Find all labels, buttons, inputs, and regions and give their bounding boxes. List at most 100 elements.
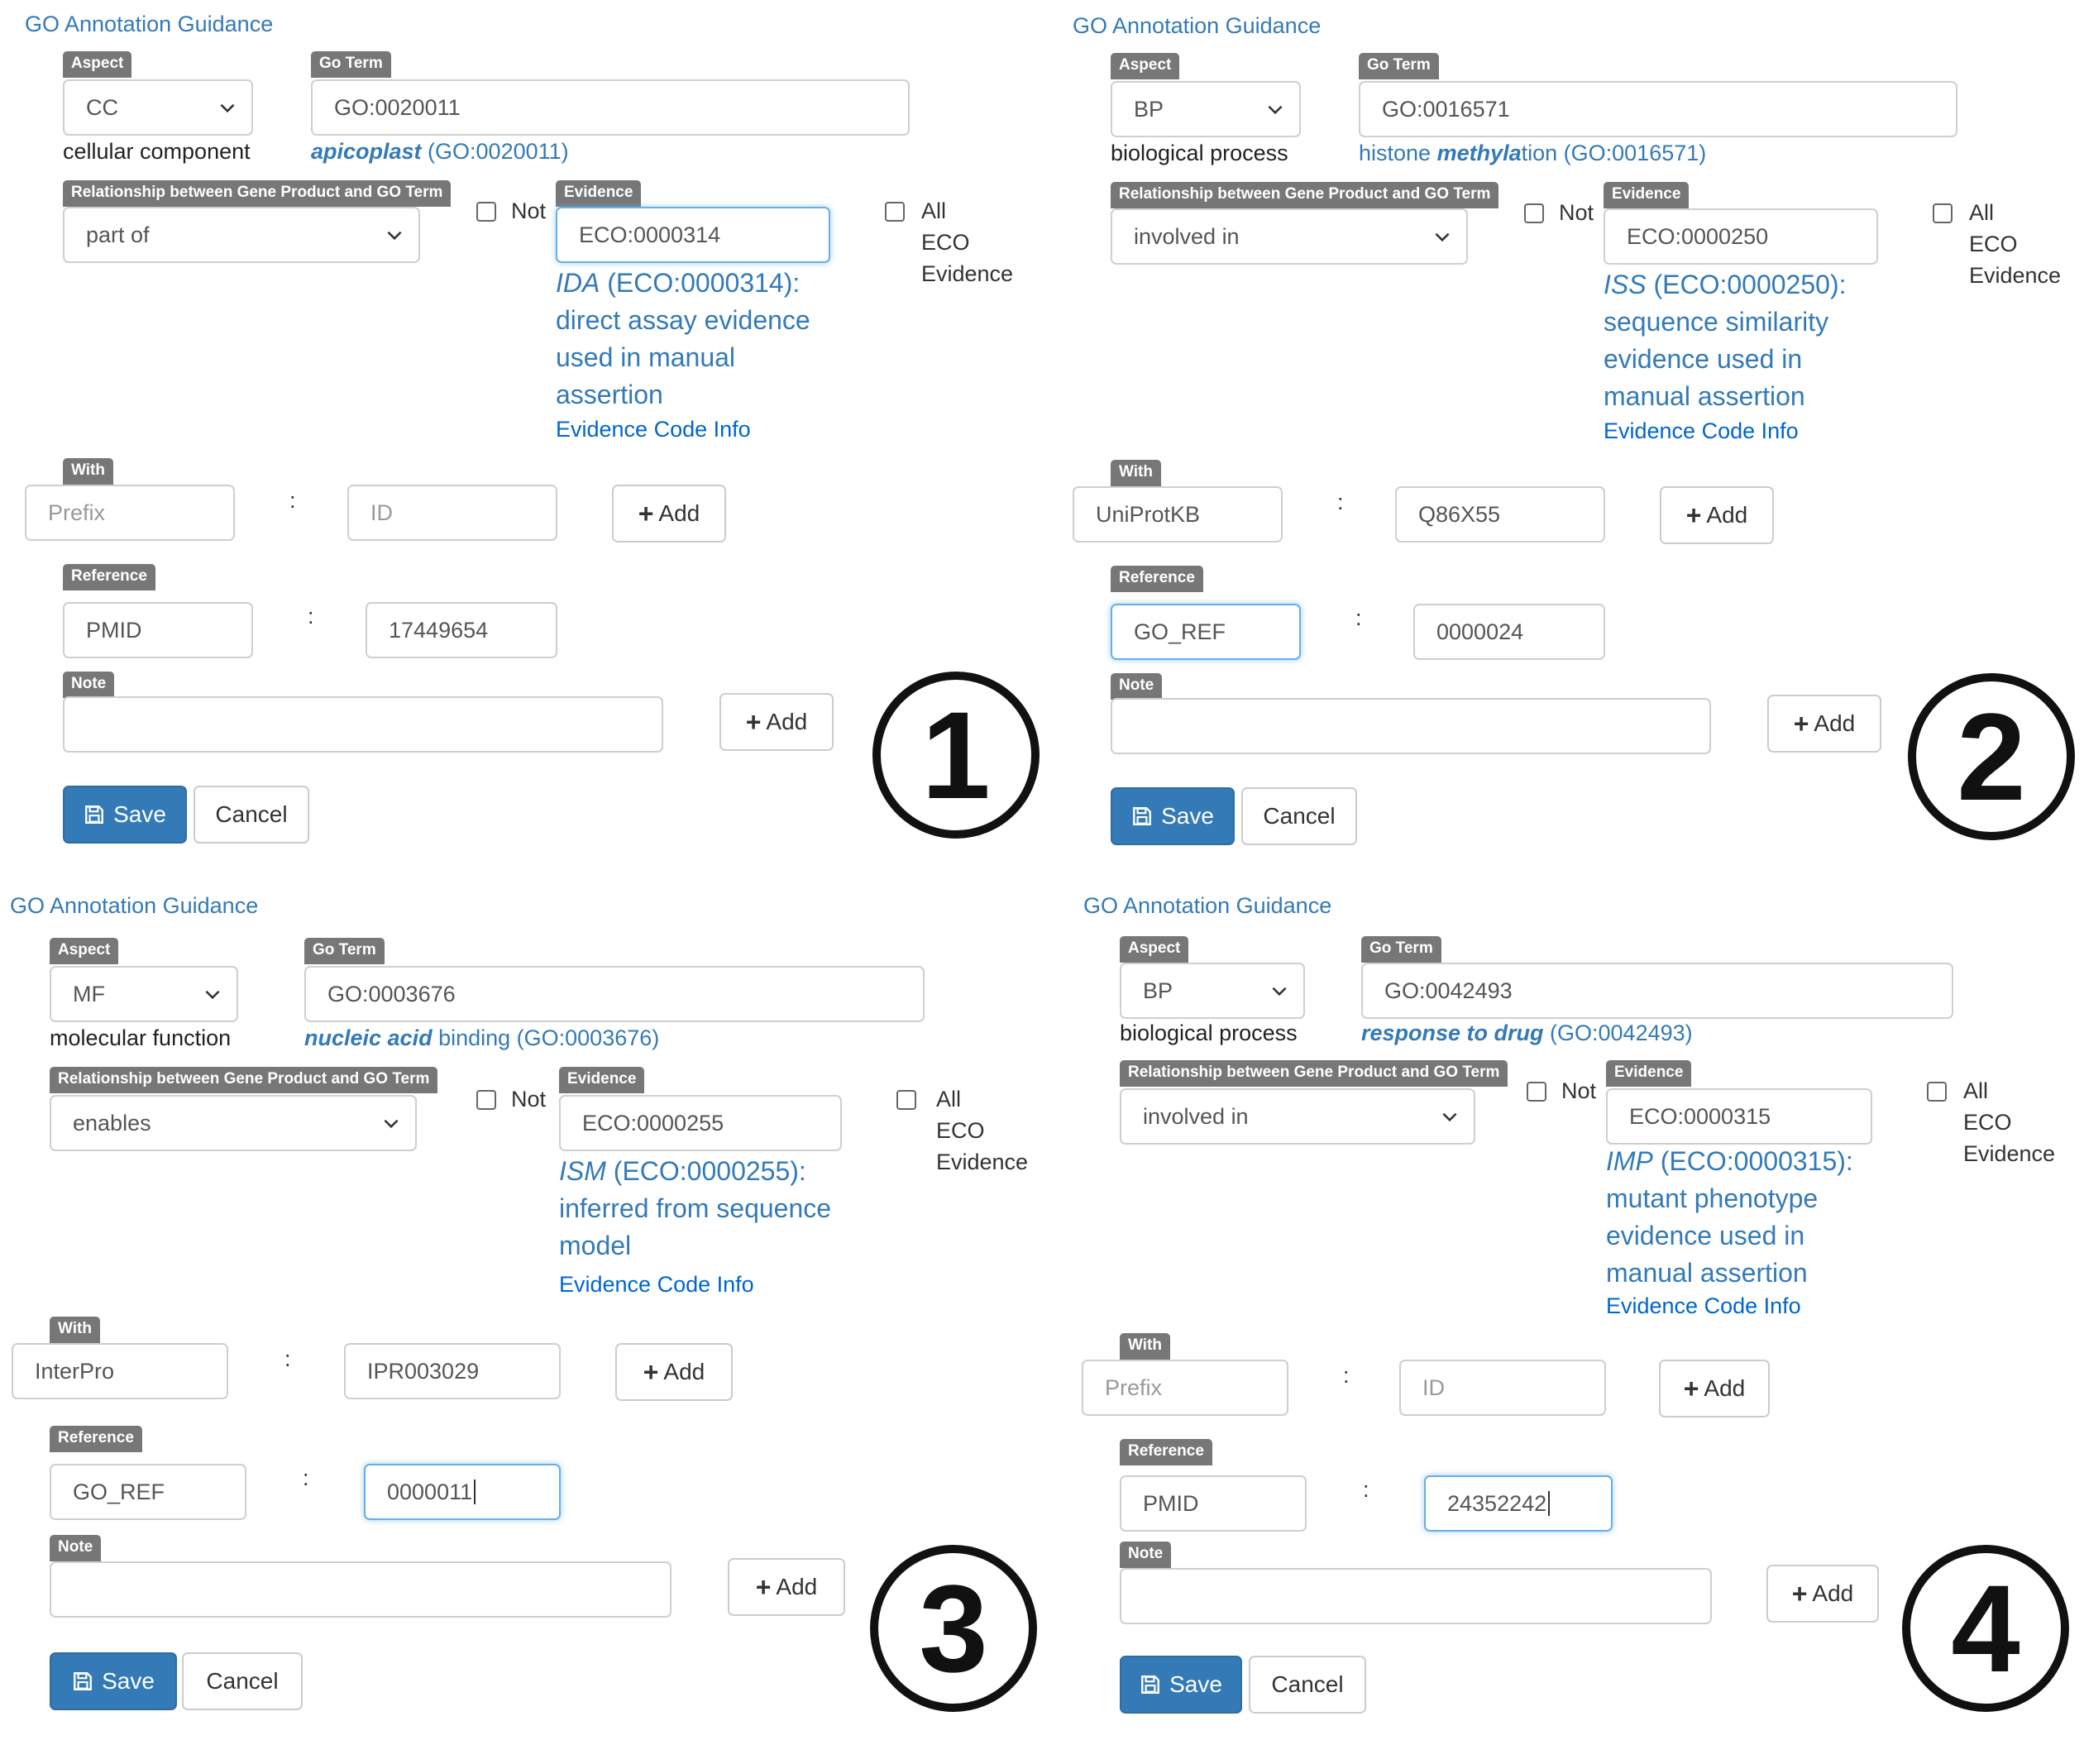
go-term-input[interactable]: GO:0003676 — [304, 966, 925, 1022]
aspect-select[interactable]: BP — [1120, 963, 1305, 1019]
cancel-button[interactable]: Cancel — [182, 1652, 303, 1710]
go-term-input[interactable]: GO:0016571 — [1359, 81, 1957, 137]
all-eco-line-2: ECO — [936, 1118, 985, 1143]
save-button[interactable]: Save — [63, 786, 187, 844]
evidence-input[interactable]: ECO:0000250 — [1604, 208, 1878, 265]
not-label: Not — [1559, 200, 1594, 225]
all-eco-checkbox[interactable] — [1933, 203, 1953, 223]
aspect-selected-value: MF — [73, 981, 105, 1006]
go-annotation-guidance-link[interactable]: GO Annotation Guidance — [25, 12, 273, 37]
reference-prefix-input[interactable]: PMID — [63, 602, 253, 658]
add-note-button[interactable]: + Add — [728, 1558, 845, 1616]
with-prefix-input[interactable]: UniProtKB — [1073, 486, 1283, 543]
evidence-abbr: ISS — [1604, 270, 1647, 299]
chevron-down-icon — [205, 990, 220, 1000]
plus-icon: + — [1685, 500, 1702, 530]
aspect-description: molecular function — [50, 1025, 232, 1050]
save-button[interactable]: Save — [50, 1652, 177, 1710]
all-eco-checkbox[interactable] — [1927, 1082, 1947, 1102]
reference-colon: : — [1363, 1477, 1369, 1502]
not-checkbox[interactable] — [1524, 203, 1544, 223]
save-button[interactable]: Save — [1111, 787, 1235, 845]
reference-id-input[interactable]: 17449654 — [366, 602, 557, 658]
reference-prefix-input[interactable]: GO_REF — [50, 1464, 246, 1520]
evidence-code-info-link[interactable]: Evidence Code Info — [1604, 418, 1799, 444]
go-term-input[interactable]: GO:0020011 — [311, 79, 910, 136]
aspect-description: biological process — [1120, 1021, 1298, 1045]
with-prefix-input[interactable]: Prefix — [25, 485, 235, 541]
not-checkbox[interactable] — [476, 202, 496, 222]
aspect-select[interactable]: MF — [50, 966, 238, 1022]
add-with-button[interactable]: + Add — [612, 485, 726, 543]
evidence-desc-line-1: (ECO:0000314): — [600, 268, 801, 298]
go-annotation-guidance-link[interactable]: GO Annotation Guidance — [1083, 893, 1331, 919]
evidence-code-info-link[interactable]: Evidence Code Info — [1606, 1293, 1801, 1319]
note-input[interactable] — [1120, 1568, 1712, 1624]
not-checkbox[interactable] — [476, 1090, 496, 1110]
relationship-select[interactable]: part of — [63, 207, 420, 263]
add-note-button[interactable]: + Add — [1767, 695, 1881, 753]
evidence-code-info-link[interactable]: Evidence Code Info — [559, 1272, 754, 1298]
reference-prefix-input[interactable]: GO_REF — [1111, 604, 1301, 660]
with-colon: : — [1337, 490, 1344, 514]
evidence-value: ECO:0000314 — [579, 222, 721, 247]
evidence-input[interactable]: ECO:0000255 — [559, 1095, 842, 1151]
note-input[interactable] — [1111, 698, 1711, 754]
add-note-label: Add — [1812, 1580, 1854, 1606]
aspect-select[interactable]: CC — [63, 79, 253, 136]
all-eco-line-1: All — [1963, 1078, 1989, 1103]
go-term-name-plain: binding (GO:0003676) — [432, 1025, 660, 1050]
with-id-input[interactable]: IPR003029 — [344, 1343, 561, 1399]
aspect-select[interactable]: BP — [1111, 81, 1301, 137]
evidence-desc-line-4: manual assertion — [1606, 1258, 1808, 1288]
relationship-select[interactable]: enables — [50, 1095, 417, 1151]
with-colon: : — [289, 488, 296, 513]
evidence-code-info-link[interactable]: Evidence Code Info — [556, 417, 751, 442]
note-input[interactable] — [63, 696, 663, 753]
note-input[interactable] — [50, 1561, 672, 1618]
add-with-label: Add — [663, 1359, 705, 1384]
reference-id-input[interactable]: 24352242 — [1424, 1475, 1613, 1532]
chevron-down-icon — [387, 231, 402, 241]
add-note-button[interactable]: + Add — [1766, 1565, 1879, 1623]
reference-prefix-input[interactable]: PMID — [1120, 1475, 1307, 1532]
with-id-input[interactable]: ID — [1399, 1360, 1606, 1416]
evidence-input[interactable]: ECO:0000314 — [556, 207, 830, 263]
relationship-selected-value: enables — [73, 1110, 151, 1135]
relationship-select[interactable]: involved in — [1111, 208, 1468, 265]
evidence-desc-line-2: sequence similarity — [1604, 307, 1829, 337]
evidence-input[interactable]: ECO:0000315 — [1606, 1088, 1872, 1145]
go-term-input[interactable]: GO:0042493 — [1361, 963, 1953, 1019]
all-eco-checkbox[interactable] — [885, 202, 905, 222]
go-annotation-guidance-link[interactable]: GO Annotation Guidance — [10, 893, 258, 919]
all-eco-line-3: Evidence — [921, 261, 1014, 286]
cancel-button[interactable]: Cancel — [1249, 1656, 1366, 1714]
cancel-button[interactable]: Cancel — [194, 786, 309, 844]
all-eco-checkbox[interactable] — [896, 1090, 916, 1110]
all-eco-line-3: Evidence — [1969, 263, 2062, 288]
floppy-disk-icon — [85, 806, 104, 824]
go-term-label: Go Term — [1361, 936, 1441, 963]
save-button[interactable]: Save — [1120, 1656, 1242, 1714]
add-with-label: Add — [658, 500, 700, 526]
with-prefix-input[interactable]: Prefix — [1082, 1360, 1288, 1416]
with-id-input[interactable]: Q86X55 — [1395, 486, 1605, 543]
add-note-button[interactable]: + Add — [719, 693, 834, 751]
go-annotation-guidance-link[interactable]: GO Annotation Guidance — [1073, 13, 1321, 39]
relationship-select[interactable]: involved in — [1120, 1088, 1475, 1145]
reference-id-input[interactable]: 0000011 — [364, 1464, 561, 1520]
chevron-down-icon — [220, 103, 235, 113]
annotation-panel-4: GO Annotation Guidance Aspect BP biologi… — [1057, 885, 2084, 1764]
add-with-button[interactable]: + Add — [615, 1343, 733, 1401]
evidence-abbr: IMP — [1606, 1146, 1653, 1176]
not-checkbox[interactable] — [1527, 1082, 1546, 1102]
with-id-input[interactable]: ID — [347, 485, 557, 541]
evidence-desc-line-3: evidence used in — [1604, 344, 1803, 374]
cancel-button[interactable]: Cancel — [1241, 787, 1357, 845]
step-number: 2 — [1957, 687, 2026, 826]
add-with-button[interactable]: + Add — [1660, 486, 1774, 544]
go-term-value: GO:0003676 — [327, 981, 456, 1006]
reference-id-input[interactable]: 0000024 — [1413, 604, 1605, 660]
with-prefix-input[interactable]: InterPro — [12, 1343, 228, 1399]
add-with-button[interactable]: + Add — [1659, 1360, 1770, 1417]
